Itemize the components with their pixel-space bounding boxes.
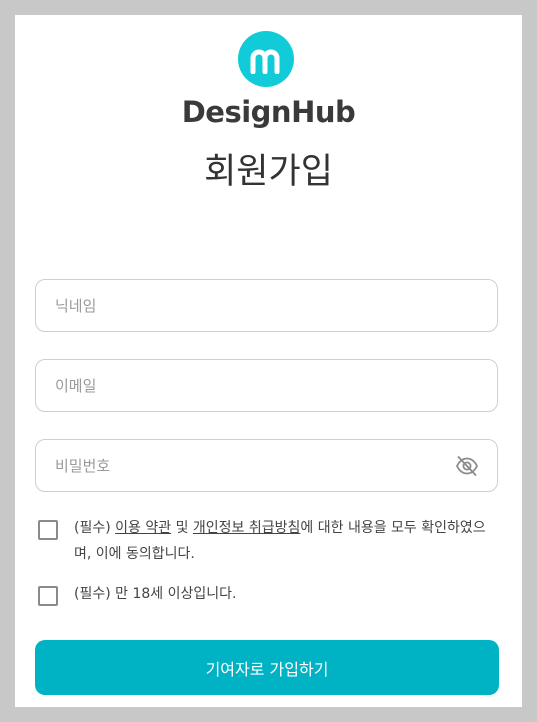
password-field-wrapper [35, 439, 498, 492]
email-input[interactable] [36, 360, 497, 411]
password-input[interactable] [36, 440, 497, 491]
brand-name: DesignHub [181, 95, 356, 129]
designhub-logo [238, 31, 294, 87]
signup-contributor-button[interactable]: 기여자로 가입하기 [35, 640, 499, 695]
nickname-input[interactable] [36, 280, 497, 331]
eye-off-icon[interactable] [455, 455, 479, 477]
logo-m-icon [250, 49, 280, 74]
terms-of-use-link[interactable]: 이용 약관 [115, 520, 171, 536]
age-checkbox[interactable] [38, 586, 58, 606]
signup-card: DesignHub 회원가입 (필수) 이용 약관 및 개인정보 취급방침에 대… [15, 15, 522, 707]
email-field-wrapper [35, 359, 498, 412]
terms-prefix: (필수) [74, 520, 116, 536]
privacy-policy-link[interactable]: 개인정보 취급방침 [193, 520, 301, 536]
terms-agreement-text: (필수) 이용 약관 및 개인정보 취급방침에 대한 내용을 모두 확인하였으며… [74, 515, 494, 567]
nickname-field-wrapper [35, 279, 498, 332]
terms-checkbox[interactable] [38, 520, 58, 540]
terms-agreement-row: (필수) 이용 약관 및 개인정보 취급방침에 대한 내용을 모두 확인하였으며… [38, 515, 494, 567]
page-title: 회원가입 [204, 152, 333, 192]
age-agreement-row: (필수) 만 18세 이상입니다. [38, 581, 494, 607]
age-agreement-text: (필수) 만 18세 이상입니다. [74, 586, 237, 602]
terms-and: 및 [171, 520, 193, 536]
